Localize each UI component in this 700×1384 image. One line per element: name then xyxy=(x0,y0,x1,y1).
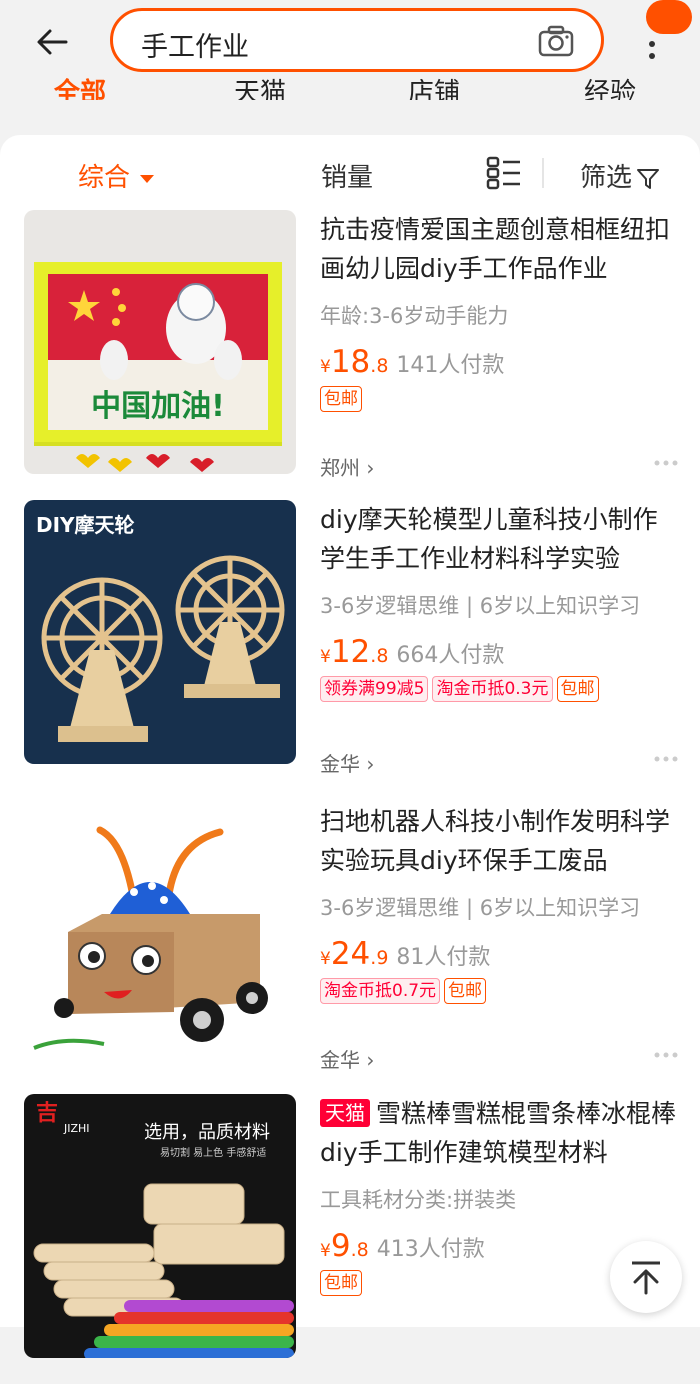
price-decimal: .8 xyxy=(370,645,389,667)
coupon-tag: 领券满99减5 xyxy=(320,676,429,702)
product-info: 抗击疫情爱国主题创意相框纽扣画幼儿园diy手工作品作业 年龄:3-6岁动手能力 … xyxy=(320,210,680,414)
price-integer: 18 xyxy=(330,344,371,380)
product-list: 中国加油! 抗击疫情爱国主题创意相框纽扣画幼儿园diy手工作品作业 年龄:3-6… xyxy=(0,210,700,1358)
product-image[interactable]: DIY摩天轮 xyxy=(24,500,296,764)
filter-label: 筛选 xyxy=(580,163,633,193)
product-info: diy摩天轮模型儿童科技小制作学生手工作业材料科学实验 3-6岁逻辑思维 | 6… xyxy=(320,500,680,704)
back-arrow-icon[interactable] xyxy=(32,22,72,62)
notification-badge xyxy=(646,0,692,34)
thumb-brand: JIZHI xyxy=(63,1122,90,1135)
more-dots-icon[interactable] xyxy=(654,756,678,762)
price-decimal: .8 xyxy=(350,1239,369,1261)
tab-tmall[interactable]: 天猫 xyxy=(234,78,286,100)
more-dots-icon[interactable] xyxy=(654,460,678,466)
price-integer: 12 xyxy=(330,634,371,670)
product-attribute: 3-6岁逻辑思维 | 6岁以上知识学习 xyxy=(320,896,641,920)
currency-symbol: ¥ xyxy=(320,357,331,377)
thumb-label: 选用，品质材料 xyxy=(144,1122,270,1143)
free-shipping-tag: 包邮 xyxy=(444,978,487,1004)
arrow-up-icon xyxy=(632,1261,660,1295)
brand-logo-icon: 吉 xyxy=(36,1100,58,1126)
product-info: 扫地机器人科技小制作发明科学实验玩具diy环保手工废品 3-6岁逻辑思维 | 6… xyxy=(320,802,680,1006)
currency-symbol: ¥ xyxy=(320,949,331,969)
product-attribute: 工具耗材分类:拼装类 xyxy=(320,1188,517,1212)
more-dots-icon[interactable] xyxy=(654,1052,678,1058)
shop-location-link[interactable]: 金华 › xyxy=(320,748,374,777)
sort-divider xyxy=(542,158,544,188)
price-decimal: .8 xyxy=(370,355,389,377)
filter-funnel-icon xyxy=(637,168,660,189)
product-attribute: 年龄:3-6岁动手能力 xyxy=(320,304,509,328)
product-image[interactable]: 吉 JIZHI 选用，品质材料 易切割 易上色 手感舒适 xyxy=(24,1094,296,1358)
sort-sales[interactable]: 销量 xyxy=(321,157,373,194)
cardboard-robot-image xyxy=(24,802,296,1066)
product-title[interactable]: diy摩天轮模型儿童科技小制作学生手工作业材料科学实验 xyxy=(320,500,680,578)
price-integer: 9 xyxy=(330,1228,351,1264)
product-card[interactable]: 扫地机器人科技小制作发明科学实验玩具diy环保手工废品 3-6岁逻辑思维 | 6… xyxy=(0,802,700,1092)
product-card[interactable]: 中国加油! 抗击疫情爱国主题创意相框纽扣画幼儿园diy手工作品作业 年龄:3-6… xyxy=(0,210,700,500)
patriotic-frame-image: 中国加油! xyxy=(24,210,296,474)
search-input[interactable]: 手工作业 xyxy=(141,25,249,64)
thumb-subtitle: 易切割 易上色 手感舒适 xyxy=(160,1146,266,1159)
currency-symbol: ¥ xyxy=(320,647,331,667)
list-view-toggle-icon[interactable] xyxy=(486,156,522,190)
shop-location-link[interactable]: 金华 › xyxy=(320,1044,374,1073)
sort-bar: 综合 销量 筛选 xyxy=(0,135,700,210)
currency-symbol: ¥ xyxy=(320,1241,331,1261)
sold-count: 413人付款 xyxy=(376,1237,485,1262)
caret-down-icon xyxy=(140,174,155,183)
price-row: ¥24.9 81人付款 xyxy=(320,936,680,972)
camera-icon[interactable] xyxy=(537,23,575,59)
top-header: 手工作业 全部 天猫 店铺 经验 xyxy=(0,0,700,135)
category-tabs: 全部 天猫 店铺 经验 xyxy=(0,78,700,100)
product-image[interactable]: 中国加油! xyxy=(24,210,296,474)
price-row: ¥18.8 141人付款 xyxy=(320,344,680,380)
price-row: ¥12.8 664人付款 xyxy=(320,634,680,670)
filter-button[interactable]: 筛选 xyxy=(580,157,660,194)
taojinbi-tag: 淘金币抵0.3元 xyxy=(432,676,553,702)
sold-count: 664人付款 xyxy=(396,643,505,668)
price-integer: 24 xyxy=(330,936,371,972)
thumb-label: 中国加油! xyxy=(91,389,225,424)
ferris-wheel-image: DIY摩天轮 xyxy=(24,500,296,764)
product-card[interactable]: 吉 JIZHI 选用，品质材料 易切割 易上色 手感舒适 天猫 雪糕棒雪糕棍雪条… xyxy=(0,1094,700,1384)
sold-count: 81人付款 xyxy=(396,945,491,970)
tmall-badge: 天猫 xyxy=(320,1099,370,1127)
product-title[interactable]: 扫地机器人科技小制作发明科学实验玩具diy环保手工废品 xyxy=(320,802,680,880)
free-shipping-tag: 包邮 xyxy=(320,1270,362,1296)
price-decimal: .9 xyxy=(370,947,389,969)
thumb-label: DIY摩天轮 xyxy=(36,513,135,537)
tab-experience[interactable]: 经验 xyxy=(584,78,636,100)
tag-row: 领券满99减5 淘金币抵0.3元 包邮 xyxy=(320,676,680,704)
sort-comprehensive[interactable]: 综合 xyxy=(78,157,155,194)
popsicle-sticks-image: 吉 JIZHI 选用，品质材料 易切割 易上色 手感舒适 xyxy=(24,1094,296,1358)
product-image[interactable] xyxy=(24,802,296,1066)
taojinbi-tag: 淘金币抵0.7元 xyxy=(320,978,441,1004)
sold-count: 141人付款 xyxy=(396,353,505,378)
product-attribute: 3-6岁逻辑思维 | 6岁以上知识学习 xyxy=(320,594,641,618)
more-options-icon[interactable] xyxy=(646,30,658,60)
free-shipping-tag: 包邮 xyxy=(556,676,599,702)
search-bar[interactable]: 手工作业 xyxy=(110,8,604,72)
back-to-top-button[interactable] xyxy=(610,1241,682,1313)
product-card[interactable]: DIY摩天轮 diy摩天轮模型儿童科技小制作学生手工作业材料科学实验 3-6岁逻… xyxy=(0,500,700,790)
product-title[interactable]: 抗击疫情爱国主题创意相框纽扣画幼儿园diy手工作品作业 xyxy=(320,210,680,288)
shop-location-link[interactable]: 郑州 › xyxy=(320,452,374,481)
tag-row: 包邮 xyxy=(320,386,680,414)
sort-comprehensive-label: 综合 xyxy=(78,163,131,193)
tab-shops[interactable]: 店铺 xyxy=(408,78,460,100)
product-title-text: 雪糕棒雪糕棍雪条棒冰棍棒diy手工制作建筑模型材料 xyxy=(320,1099,677,1167)
tab-all[interactable]: 全部 xyxy=(54,78,106,100)
product-title[interactable]: 天猫 雪糕棒雪糕棍雪条棒冰棍棒diy手工制作建筑模型材料 xyxy=(320,1094,680,1172)
free-shipping-tag: 包邮 xyxy=(320,386,362,412)
tag-row: 淘金币抵0.7元 包邮 xyxy=(320,978,680,1006)
